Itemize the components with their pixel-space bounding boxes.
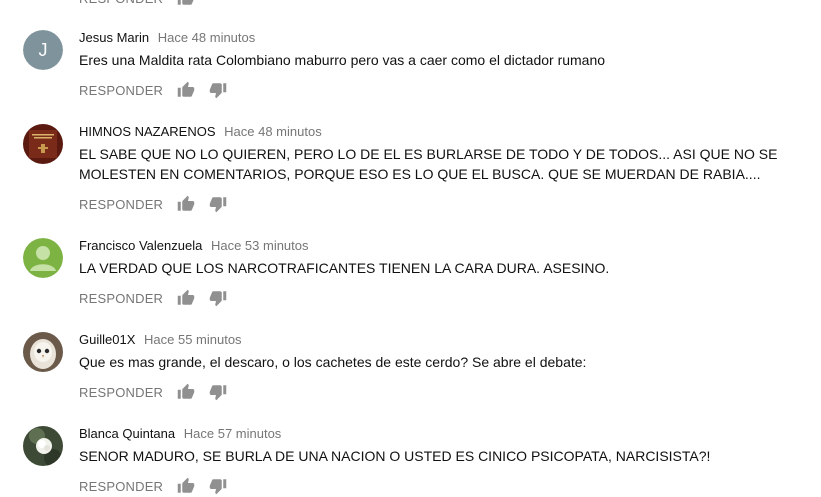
previous-comment-actions: RESPONDER [79, 0, 195, 8]
like-icon[interactable] [177, 0, 195, 7]
reply-button[interactable]: RESPONDER [79, 0, 163, 6]
reply-button[interactable]: RESPONDER [79, 385, 163, 400]
reply-button[interactable]: RESPONDER [79, 83, 163, 98]
comment-text: Que es mas grande, el descaro, o los cac… [79, 354, 587, 370]
comment-author[interactable]: Blanca Quintana [79, 426, 175, 441]
comment-header: HIMNOS NAZARENOS Hace 48 minutos [79, 124, 813, 140]
reply-button[interactable]: RESPONDER [79, 197, 163, 212]
comment-header: Francisco Valenzuela Hace 53 minutos [79, 238, 813, 254]
dislike-icon[interactable] [209, 477, 227, 495]
avatar[interactable]: J [23, 30, 63, 70]
dislike-icon[interactable] [209, 81, 227, 99]
like-icon[interactable] [177, 477, 195, 495]
comment-author[interactable]: Guille01X [79, 332, 135, 347]
reply-button[interactable]: RESPONDER [79, 479, 163, 494]
dislike-icon[interactable] [209, 289, 227, 307]
comment-actions: RESPONDER [79, 80, 227, 100]
comment-time[interactable]: Hace 53 minutos [211, 238, 309, 253]
comment-author[interactable]: Jesus Marin [79, 30, 149, 45]
comment-time[interactable]: Hace 55 minutos [144, 332, 242, 347]
comment-actions: RESPONDER [79, 382, 227, 402]
like-icon[interactable] [177, 383, 195, 401]
comment-header: Guille01X Hace 55 minutos [79, 332, 813, 348]
comment-header: Blanca Quintana Hace 57 minutos [79, 426, 813, 442]
avatar[interactable] [23, 124, 63, 164]
comment-text: Eres una Maldita rata Colombiano maburro… [79, 52, 606, 68]
like-icon[interactable] [177, 81, 195, 99]
comment-text: EL SABE QUE NO LO QUIEREN, PERO LO DE EL… [79, 146, 778, 182]
comment-author[interactable]: Francisco Valenzuela [79, 238, 202, 253]
avatar[interactable] [23, 426, 63, 466]
avatar[interactable] [23, 332, 63, 372]
comment-time[interactable]: Hace 48 minutos [224, 124, 322, 139]
dislike-icon[interactable] [209, 383, 227, 401]
comment-header: Jesus Marin Hace 48 minutos [79, 30, 813, 46]
avatar[interactable] [23, 238, 63, 278]
dislike-icon[interactable] [209, 195, 227, 213]
comment-actions: RESPONDER [79, 476, 227, 496]
comment-text: SENOR MADURO, SE BURLA DE UNA NACION O U… [79, 448, 711, 464]
reply-button[interactable]: RESPONDER [79, 291, 163, 306]
comment-time[interactable]: Hace 57 minutos [184, 426, 282, 441]
like-icon[interactable] [177, 195, 195, 213]
like-icon[interactable] [177, 289, 195, 307]
comment-author[interactable]: HIMNOS NAZARENOS [79, 124, 216, 139]
comment-time[interactable]: Hace 48 minutos [158, 30, 256, 45]
comment-actions: RESPONDER [79, 194, 227, 214]
comment-actions: RESPONDER [79, 288, 227, 308]
comment-text: LA VERDAD QUE LOS NARCOTRAFICANTES TIENE… [79, 260, 610, 276]
avatar-letter: J [39, 40, 48, 60]
